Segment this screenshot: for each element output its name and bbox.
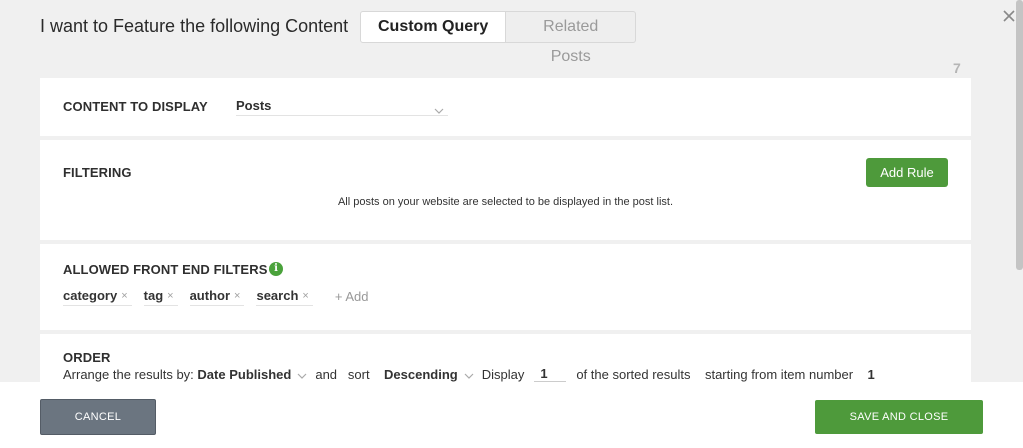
filter-chip: author ×: [189, 286, 245, 306]
mode-tabs: Custom Query Related Posts: [360, 11, 637, 65]
chevron-down-icon: [464, 367, 474, 382]
add-rule-button[interactable]: Add Rule: [866, 158, 948, 187]
filtering-title: FILTERING: [63, 165, 132, 180]
dialog-footer: CANCEL SAVE AND CLOSE: [0, 382, 1023, 448]
chevron-down-icon: [297, 367, 307, 382]
chip-label: search: [256, 288, 299, 303]
arrange-by-select[interactable]: Date Published: [197, 367, 291, 382]
order-row: Arrange the results by: Date Published a…: [63, 366, 875, 382]
remove-icon[interactable]: ×: [167, 290, 173, 302]
save-and-close-button[interactable]: SAVE AND CLOSE: [815, 400, 983, 434]
scrollbar[interactable]: [1016, 0, 1023, 270]
content-to-display-panel: CONTENT TO DISPLAY Posts: [40, 78, 971, 136]
front-end-filters-panel: ALLOWED FRONT END FILTERS i category × t…: [40, 244, 971, 330]
rule-counter: 7: [953, 60, 961, 76]
filter-chip: search ×: [256, 286, 313, 306]
display-count-input[interactable]: 1: [534, 366, 567, 382]
filter-chips: category × tag × author × search × + Add: [63, 286, 368, 306]
dialog-title: I want to Feature the following Content: [40, 16, 349, 36]
order-title: ORDER: [63, 350, 111, 365]
sort-label: sort: [347, 366, 370, 382]
and-label: and: [315, 366, 338, 382]
content-to-display-title: CONTENT TO DISPLAY: [63, 99, 208, 114]
chip-label: author: [189, 288, 231, 303]
sorted-results-label: of the sorted results: [576, 366, 691, 382]
filter-chip: category ×: [63, 286, 132, 306]
chevron-down-icon: [434, 101, 444, 119]
sort-direction-select[interactable]: Descending: [384, 367, 458, 382]
filtering-note: All posts on your website are selected t…: [337, 196, 674, 208]
dialog-header: I want to Feature the following Content …: [0, 0, 1023, 65]
display-label: Display: [481, 366, 525, 382]
remove-icon[interactable]: ×: [302, 290, 308, 302]
filtering-panel: FILTERING Add Rule All posts on your web…: [40, 140, 971, 240]
add-filter-link[interactable]: + Add: [335, 289, 369, 304]
tab-related-posts[interactable]: Related Posts: [506, 11, 637, 65]
info-icon[interactable]: i: [269, 262, 283, 276]
remove-icon[interactable]: ×: [121, 290, 127, 302]
start-item-input[interactable]: 1: [868, 367, 875, 382]
cancel-button[interactable]: CANCEL: [40, 399, 156, 435]
front-end-filters-title: ALLOWED FRONT END FILTERS: [63, 262, 268, 277]
chip-label: tag: [143, 288, 164, 303]
starting-label: starting from item number: [704, 366, 854, 382]
filter-chip: tag ×: [143, 286, 178, 306]
remove-icon[interactable]: ×: [234, 290, 240, 302]
tab-custom-query[interactable]: Custom Query: [360, 11, 507, 43]
content-type-value: Posts: [236, 98, 272, 113]
content-type-select[interactable]: Posts: [236, 94, 448, 116]
chip-label: category: [63, 288, 118, 303]
arrange-label: Arrange the results by:: [63, 366, 194, 382]
